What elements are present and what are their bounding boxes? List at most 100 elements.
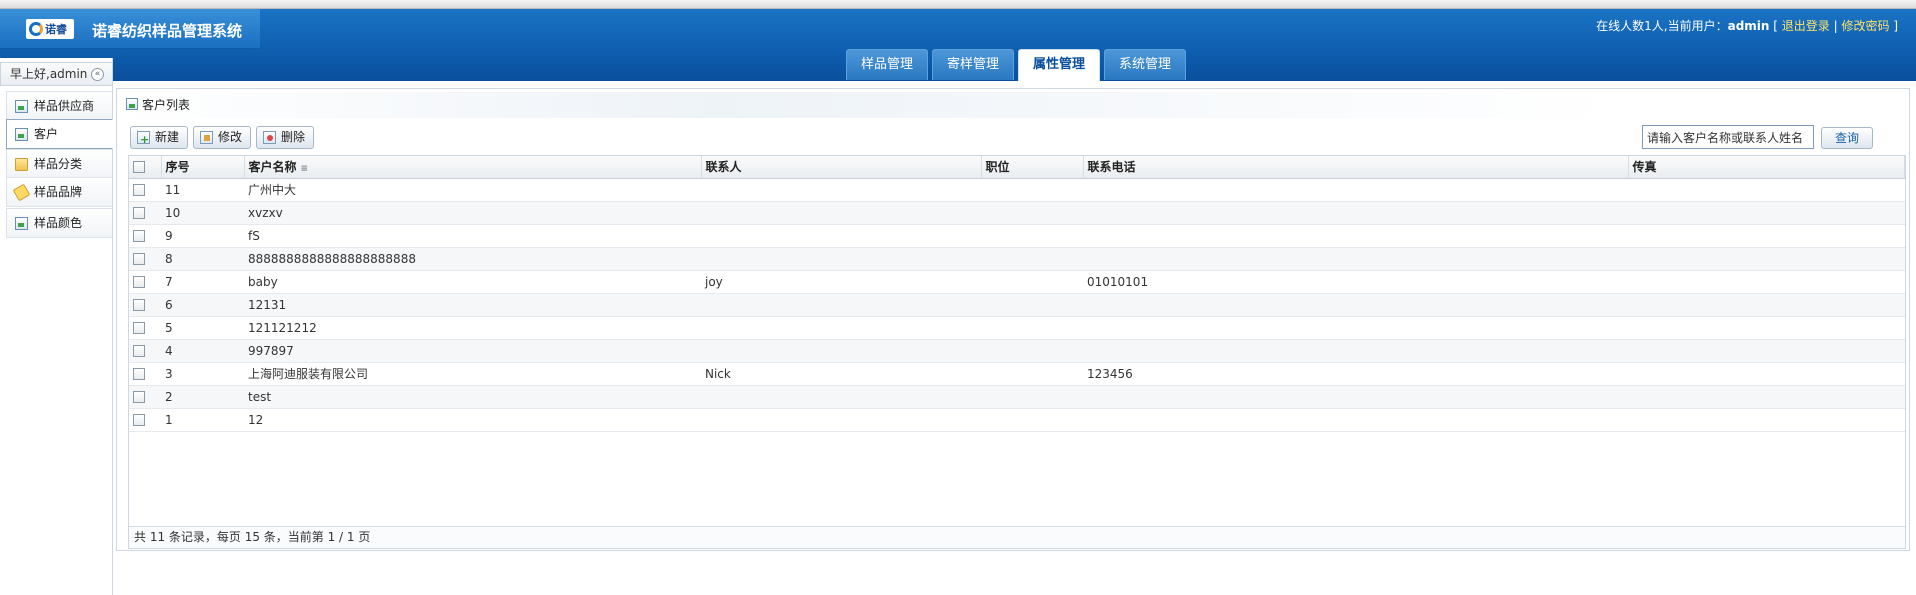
cell-phone <box>1083 201 1628 225</box>
cell-position <box>981 201 1083 225</box>
column-header-position[interactable]: 职位 <box>981 156 1084 179</box>
cell-no: 5 <box>161 316 244 340</box>
cell-contact <box>701 385 981 409</box>
tab-system-management[interactable]: 系统管理 <box>1104 49 1187 80</box>
select-all-checkbox[interactable] <box>133 161 145 174</box>
document-icon <box>126 98 138 110</box>
document-icon <box>15 100 28 113</box>
cell-phone: 123456 <box>1083 362 1628 386</box>
cell-phone <box>1083 247 1628 271</box>
table-row[interactable]: 4 997897 <box>129 339 1905 363</box>
table-row[interactable]: 10 xvzxv <box>129 201 1905 225</box>
cell-contact: Nick <box>701 362 981 386</box>
cell-fax <box>1628 293 1905 317</box>
table-row[interactable]: 1 12 <box>129 408 1905 432</box>
cell-name: baby <box>244 270 701 294</box>
column-header-name[interactable]: 客户名称 ≡ <box>244 156 702 179</box>
cell-contact <box>701 408 981 432</box>
cell-fax <box>1628 224 1905 248</box>
search-input[interactable] <box>1642 125 1814 149</box>
tab-sample-management[interactable]: 样品管理 <box>846 49 929 80</box>
row-checkbox[interactable] <box>133 368 145 380</box>
edit-button[interactable]: 修改 <box>193 126 252 149</box>
cell-fax <box>1628 339 1905 363</box>
column-header-no[interactable]: 序号 <box>161 156 245 179</box>
cell-name: fS <box>244 224 701 248</box>
row-checkbox[interactable] <box>133 253 145 265</box>
user-info: 在线人数1人,当前用户：admin [ 退出登录 | 修改密码 ] <box>1596 19 1898 33</box>
table-header-row: 序号 客户名称 ≡ 联系人 职位 联系电话 传真 <box>129 156 1905 179</box>
panel-title: 客户列表 <box>126 96 190 113</box>
cell-name: 121121212 <box>244 316 701 340</box>
logo-text: 诺睿 <box>45 23 67 36</box>
cell-no: 8 <box>161 247 244 271</box>
cell-contact <box>701 247 981 271</box>
browser-bookmarks-bar <box>0 0 1916 9</box>
cell-name: test <box>244 385 701 409</box>
edit-icon <box>200 131 214 144</box>
row-checkbox[interactable] <box>133 207 145 219</box>
row-checkbox[interactable] <box>133 345 145 357</box>
cell-phone <box>1083 408 1628 432</box>
table-row[interactable]: 8 8888888888888888888888 <box>129 247 1905 271</box>
cell-name: xvzxv <box>244 201 701 225</box>
tab-shipment-management[interactable]: 寄样管理 <box>932 49 1015 80</box>
greeting-bar: 早上好,admin « <box>0 62 113 86</box>
cell-fax <box>1628 270 1905 294</box>
main-tabs: 样品管理 寄样管理 属性管理 系统管理 <box>846 49 1187 81</box>
document-icon <box>15 128 28 141</box>
table-row[interactable]: 3 上海阿迪服装有限公司 Nick 123456 <box>129 362 1905 386</box>
tab-attribute-management[interactable]: 属性管理 <box>1018 49 1101 81</box>
sidebar-item-label: 样品品牌 <box>34 185 83 199</box>
row-checkbox[interactable] <box>133 276 145 288</box>
sidebar-item-supplier[interactable]: 样品供应商 <box>6 91 112 121</box>
app-title: 诺睿纺织样品管理系统 <box>92 22 243 40</box>
row-select-cell <box>129 270 161 294</box>
logout-link[interactable]: 退出登录 <box>1782 19 1830 33</box>
sidebar-item-label: 客户 <box>34 127 59 141</box>
delete-button[interactable]: 删除 <box>256 126 315 149</box>
table-row[interactable]: 11 广州中大 <box>129 178 1905 202</box>
row-checkbox[interactable] <box>133 322 145 334</box>
sidebar-item-color[interactable]: 样品颜色 <box>6 208 112 238</box>
panel-title-text: 客户列表 <box>142 98 191 112</box>
table-row[interactable]: 9 fS <box>129 224 1905 248</box>
column-header-contact[interactable]: 联系人 <box>701 156 982 179</box>
column-header-name-label: 客户名称 <box>248 160 297 175</box>
cell-contact: joy <box>701 270 981 294</box>
collapse-sidebar-icon[interactable]: « <box>91 68 104 81</box>
cell-position <box>981 270 1083 294</box>
cell-contact <box>701 293 981 317</box>
change-password-link[interactable]: 修改密码 <box>1841 19 1889 33</box>
table-row[interactable]: 6 12131 <box>129 293 1905 317</box>
row-select-cell <box>129 201 161 225</box>
row-select-cell <box>129 178 161 202</box>
sidebar-item-customer[interactable]: 客户 <box>6 119 113 149</box>
sidebar-item-category[interactable]: 样品分类 <box>6 149 112 179</box>
column-header-phone[interactable]: 联系电话 <box>1083 156 1629 179</box>
cell-phone <box>1083 339 1628 363</box>
table-row[interactable]: 2 test <box>129 385 1905 409</box>
row-select-cell <box>129 316 161 340</box>
table-row[interactable]: 7 baby joy 01010101 <box>129 270 1905 294</box>
table-row[interactable]: 5 121121212 <box>129 316 1905 340</box>
greeting-text: 早上好,admin <box>10 67 88 81</box>
row-checkbox[interactable] <box>133 391 145 403</box>
row-checkbox[interactable] <box>133 230 145 242</box>
new-button[interactable]: 新建 <box>130 126 189 150</box>
cell-name: 8888888888888888888888 <box>244 247 701 271</box>
row-checkbox[interactable] <box>133 299 145 311</box>
column-header-fax[interactable]: 传真 <box>1628 156 1905 179</box>
cell-no: 9 <box>161 224 244 248</box>
cell-contact <box>701 178 981 202</box>
new-button-label: 新建 <box>155 130 180 144</box>
logo-area: 诺睿 诺睿纺织样品管理系统 <box>0 9 260 49</box>
row-checkbox[interactable] <box>133 414 145 426</box>
sidebar-item-brand[interactable]: 样品品牌 <box>6 177 112 207</box>
cell-no: 11 <box>161 178 244 202</box>
cell-name: 上海阿迪服装有限公司 <box>244 362 701 386</box>
customer-table: 序号 客户名称 ≡ 联系人 职位 联系电话 传真 11 广州中大 10 xvzxv 9 fS… <box>129 156 1905 432</box>
row-checkbox[interactable] <box>133 184 145 196</box>
cell-no: 6 <box>161 293 244 317</box>
search-button[interactable]: 查询 <box>1821 127 1873 149</box>
